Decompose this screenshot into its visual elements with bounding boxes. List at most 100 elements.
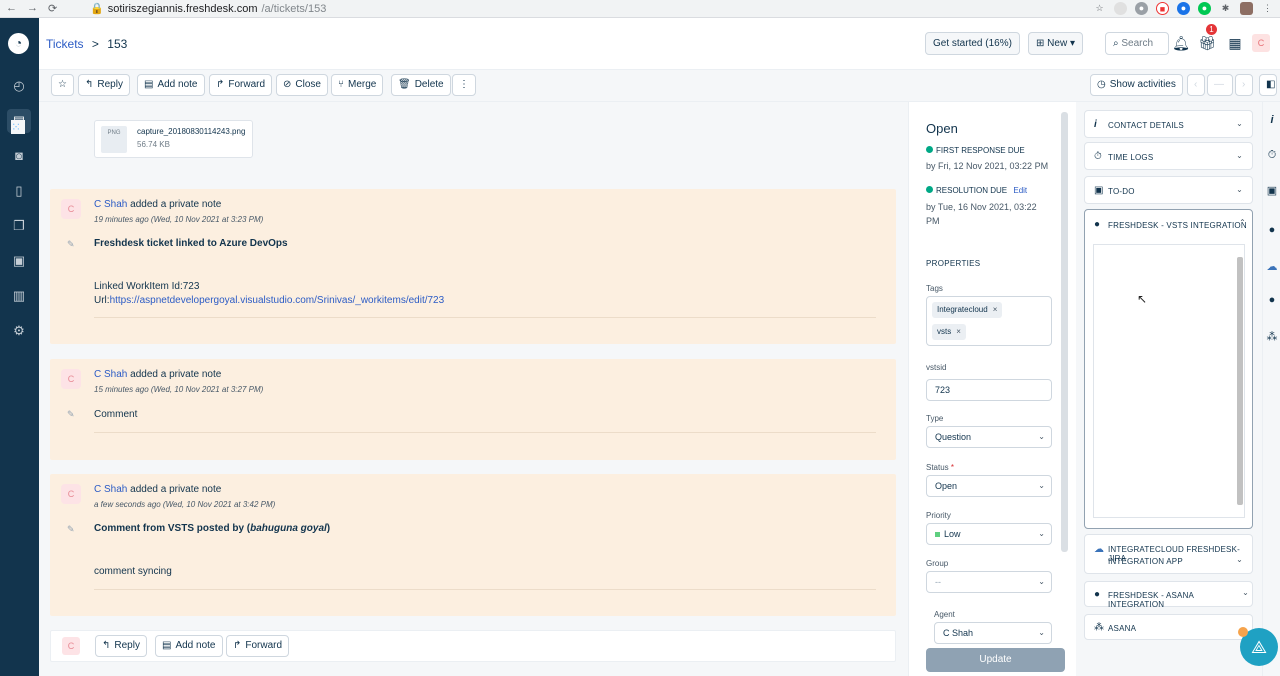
breadcrumb-separator: > — [91, 37, 99, 51]
note-avatar: C — [61, 484, 81, 504]
priority-select[interactable]: Low ⌄ — [926, 523, 1052, 545]
contacts-icon[interactable]: ◙ — [7, 144, 31, 168]
apps-switcher-icon[interactable]: ▦ — [1225, 33, 1245, 53]
new-button[interactable]: ⊞ New ▾ — [1028, 32, 1083, 55]
note-url-link[interactable]: https://aspnetdevelopergoyal.visualstudi… — [110, 295, 445, 306]
tags-input[interactable]: Integratecloud × vsts × — [926, 296, 1052, 346]
cloud-icon[interactable]: ☁︎ — [1265, 260, 1279, 273]
note-author[interactable]: C Shah — [94, 199, 127, 210]
type-select[interactable]: Question ⌄ — [926, 426, 1052, 448]
contact-details-card[interactable]: i CONTACT DETAILS ⌄ — [1084, 110, 1253, 138]
resolution-edit-link[interactable]: Edit — [1013, 186, 1027, 195]
asana-integration-card[interactable]: ● FRESHDESK - ASANA INTEGRATION ⌄ — [1084, 581, 1253, 609]
github-icon[interactable]: ● — [1265, 294, 1279, 306]
note-time: 15 minutes ago (Wed, 10 Nov 2021 at 3:27… — [94, 385, 264, 394]
forward-icon[interactable]: → — [27, 2, 38, 15]
thumb-label: PNG — [107, 130, 121, 136]
asana-icon[interactable]: ⁂ — [1265, 330, 1279, 343]
attachment[interactable]: PNG capture_20180830114243.png 56.74 KB — [94, 120, 253, 158]
sla-dot-icon — [926, 146, 933, 153]
reply-button[interactable]: ↰ Reply — [78, 74, 130, 96]
forward-arrow-icon: ↱ — [233, 640, 242, 651]
star-button[interactable]: ☆ — [51, 74, 74, 96]
knowledge-base-icon[interactable]: ▯ — [7, 179, 31, 203]
search-input[interactable]: ⌕ Search — [1105, 32, 1169, 55]
status-select[interactable]: Open ⌄ — [926, 475, 1052, 497]
extension-icon[interactable]: ■ — [1156, 2, 1169, 15]
note-author[interactable]: C Shah — [94, 484, 127, 495]
panel-toggle-button[interactable]: ◧ — [1259, 74, 1277, 96]
time-logs-card[interactable]: ⏱︎ TIME LOGS ⌄ — [1084, 142, 1253, 170]
address-bar[interactable]: 🔒 sotiriszegiannis.freshdesk.com/a/ticke… — [90, 2, 326, 16]
properties-heading: PROPERTIES — [926, 259, 981, 268]
todo-card[interactable]: ▣ TO-DO ⌄ — [1084, 176, 1253, 204]
close-button[interactable]: ⊘ Close — [276, 74, 328, 96]
chevron-up-icon: ⌃ — [1239, 218, 1246, 227]
show-activities-button[interactable]: ◷ Show activities — [1090, 74, 1183, 96]
properties-scrollbar[interactable] — [1061, 112, 1068, 552]
jira-integration-card[interactable]: ☁︎ INTEGRATECLOUD FRESHDESK-JIRA INTEGRA… — [1084, 534, 1253, 574]
note-title-suffix: ) — [326, 523, 331, 534]
extension-icon[interactable] — [1114, 2, 1127, 15]
forward-button[interactable]: ↱ Forward — [209, 74, 273, 96]
stopwatch-icon[interactable]: ⏱︎ — [1265, 149, 1279, 162]
back-icon[interactable]: ← — [6, 2, 17, 15]
calendar-icon[interactable]: ▣ — [1265, 184, 1279, 197]
prev-ticket-button[interactable]: ‹ — [1187, 74, 1205, 96]
more-button[interactable]: ⋮ — [452, 74, 476, 96]
github-icon[interactable]: ● — [1265, 224, 1279, 236]
puzzle-icon[interactable]: ✱ — [1219, 2, 1232, 15]
delete-button[interactable]: 🗑︎ Delete — [391, 74, 451, 96]
update-button[interactable]: Update — [926, 648, 1065, 672]
profile-icon[interactable] — [1240, 2, 1253, 15]
info-icon[interactable]: i — [1265, 114, 1279, 126]
group-select[interactable]: -- ⌄ — [926, 571, 1052, 593]
note-action: added a private note — [130, 199, 222, 210]
gift-icon[interactable]: 🎁︎ — [1197, 33, 1217, 53]
attachment-name: capture_20180830114243.png — [137, 127, 246, 136]
ticket-pager[interactable]: — — [1207, 74, 1233, 96]
note-author[interactable]: C Shah — [94, 369, 127, 380]
extension-icon[interactable]: ● — [1135, 2, 1148, 15]
asana-card[interactable]: ⁂ ASANA — [1084, 614, 1253, 640]
reports-icon[interactable]: ▥ — [7, 284, 31, 308]
forums-icon[interactable]: ❐ — [7, 214, 31, 238]
extension-icon[interactable]: ● — [1177, 2, 1190, 15]
agent-select[interactable]: C Shah ⌄ — [934, 622, 1052, 644]
extension-icon[interactable]: ● — [1198, 2, 1211, 15]
admin-gear-icon[interactable]: ⚙ — [7, 319, 31, 343]
delete-label: Delete — [414, 79, 444, 90]
private-note: C C Shah added a private note 19 minutes… — [50, 189, 896, 344]
user-avatar[interactable]: C — [1252, 34, 1270, 52]
remove-tag-icon[interactable]: × — [993, 305, 998, 314]
contact-details-title: CONTACT DETAILS — [1108, 121, 1184, 130]
divider — [94, 589, 876, 590]
app-grid-icon[interactable]: ⁙ — [11, 120, 25, 134]
dashboard-icon[interactable]: ◴ — [7, 74, 31, 98]
get-started-button[interactable]: Get started (16%) — [925, 32, 1020, 55]
forward-button[interactable]: ↱ Forward — [226, 635, 290, 657]
clock-icon: ◷ — [1097, 79, 1106, 90]
next-ticket-button[interactable]: › — [1235, 74, 1253, 96]
app-scrollbar[interactable] — [1237, 257, 1243, 505]
merge-button[interactable]: ⑂ Merge — [331, 74, 384, 96]
vsts-integration-card[interactable]: ● FRESHDESK - VSTS INTEGRATION ⌃ — [1084, 209, 1253, 529]
bookmark-star-icon[interactable]: ☆ — [1093, 2, 1106, 15]
note-title: Comment from VSTS posted by (bahuguna go… — [94, 523, 330, 534]
attachment-size: 56.74 KB — [137, 140, 170, 149]
notification-bell-icon[interactable]: 🔔︎ — [1171, 33, 1191, 53]
add-note-button[interactable]: ▤ Add note — [137, 74, 205, 96]
vsts-app-frame[interactable] — [1093, 244, 1245, 518]
add-note-button[interactable]: ▤ Add note — [155, 635, 223, 657]
freshdesk-logo-icon[interactable]: ◔ — [8, 33, 29, 54]
menu-dots-icon[interactable]: ⋮ — [1261, 2, 1274, 15]
portal-icon[interactable]: ▣ — [7, 249, 31, 273]
remove-tag-icon[interactable]: × — [956, 327, 961, 336]
resolution-value-line2: PM — [926, 216, 940, 226]
vstsid-field[interactable]: 723 — [926, 379, 1052, 401]
vstsid-label: vstsid — [926, 363, 947, 372]
reload-icon[interactable]: ⟳ — [48, 2, 57, 15]
note-author-line: C Shah added a private note — [94, 199, 221, 210]
reply-button[interactable]: ↰ Reply — [95, 635, 147, 657]
breadcrumb-tickets-link[interactable]: Tickets — [46, 37, 84, 51]
